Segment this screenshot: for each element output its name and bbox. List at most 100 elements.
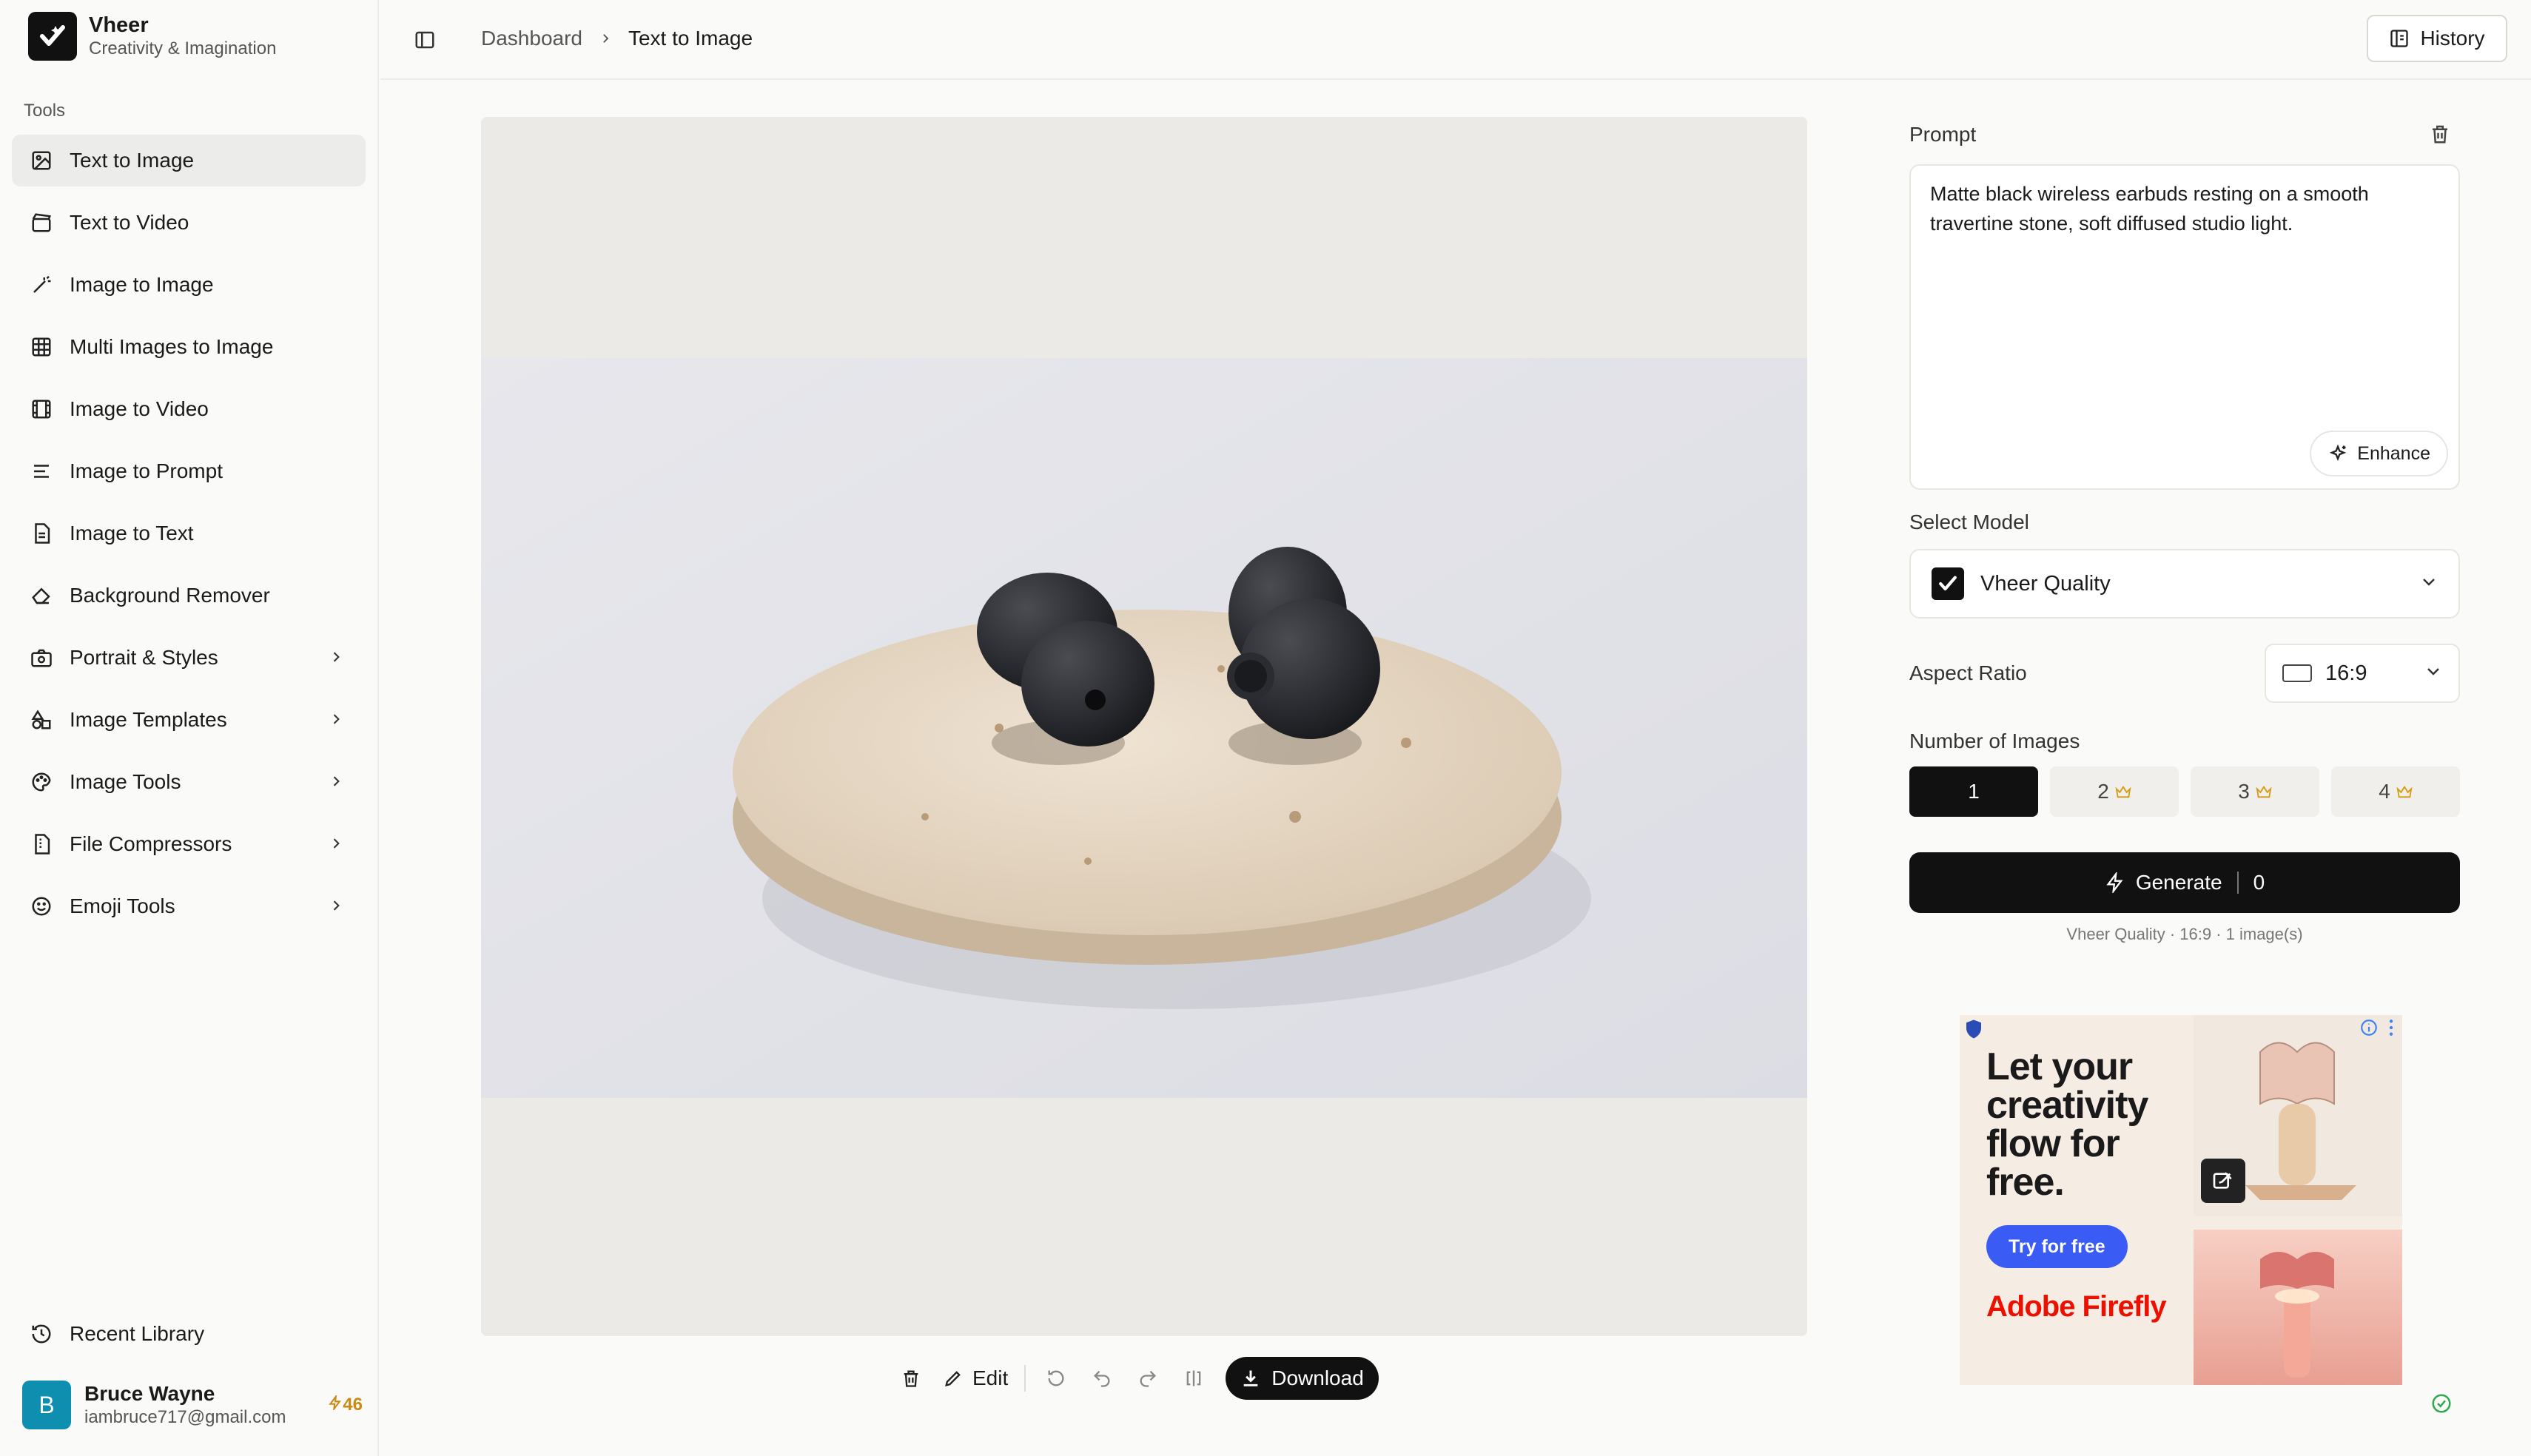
edit-button[interactable]: Edit (934, 1355, 1017, 1401)
clear-prompt-button[interactable] (2429, 123, 2451, 149)
image-count-options: 1 2 3 4 (1909, 766, 2460, 817)
sidebar-item-label: Text to Image (70, 149, 195, 172)
sidebar-item-file-compressors[interactable]: File Compressors (12, 818, 366, 870)
document-icon (28, 520, 55, 547)
model-select[interactable]: Vheer Quality (1909, 549, 2460, 619)
lightning-icon (328, 1393, 343, 1415)
history-button[interactable]: History (2367, 15, 2507, 62)
credits-badge: 46 (328, 1393, 363, 1415)
sidebar-item-multi-images-to-image[interactable]: Multi Images to Image (12, 321, 366, 373)
prompt-label: Prompt (1909, 123, 1977, 146)
redo-button[interactable] (1125, 1355, 1171, 1401)
sidebar-item-image-to-image[interactable]: Image to Image (12, 259, 366, 311)
recent-library: Recent Library (12, 1308, 366, 1370)
count-option-1[interactable]: 1 (1909, 766, 2038, 817)
vheer-logo-icon (1932, 567, 1964, 600)
prompt-input[interactable]: Matte black wireless earbuds resting on … (1909, 164, 2460, 490)
credits-count: 46 (343, 1395, 363, 1415)
chevron-right-icon (329, 770, 343, 794)
sidebar-item-background-remover[interactable]: Background Remover (12, 570, 366, 621)
chevron-right-icon (329, 708, 343, 732)
chevron-right-icon (329, 646, 343, 670)
user-email: iambruce717@gmail.com (84, 1407, 286, 1427)
grid-icon (28, 334, 55, 360)
sidebar-item-image-templates[interactable]: Image Templates (12, 694, 366, 746)
edit-label: Edit (972, 1366, 1009, 1389)
sidebar-item-image-to-video[interactable]: Image to Video (12, 383, 366, 435)
prompt-text: Matte black wireless earbuds resting on … (1930, 183, 2369, 235)
panel-icon (2390, 30, 2409, 47)
compare-button[interactable] (1171, 1355, 1217, 1401)
top-bar: Dashboard Text to Image History (380, 0, 2531, 80)
model-value: Vheer Quality (1980, 571, 2111, 596)
breadcrumb-current: Text to Image (628, 27, 753, 50)
magic-wand-icon (28, 272, 55, 298)
aspect-ratio-select[interactable]: 16:9 (2265, 644, 2460, 703)
ad-info[interactable] (2359, 1018, 2395, 1037)
sidebar-item-label: Multi Images to Image (70, 335, 274, 358)
ad-headline-line: creativity (1986, 1084, 2148, 1127)
crown-icon (2396, 785, 2413, 798)
shield-icon (1963, 1018, 1985, 1044)
sidebar-item-label: Image Tools (70, 770, 181, 793)
shapes-icon (28, 707, 55, 733)
ad-lamp-image (2194, 1230, 2402, 1385)
sidebar-item-label: File Compressors (70, 832, 232, 855)
generate-label: Generate (2135, 871, 2222, 894)
chevron-down-icon (2420, 572, 2438, 596)
user-name: Bruce Wayne (84, 1382, 215, 1405)
more-vertical-icon (2389, 1019, 2393, 1036)
sidebar-item-image-tools[interactable]: Image Tools (12, 756, 366, 808)
user-profile[interactable]: B Bruce Wayne iambruce717@gmail.com 46 (22, 1381, 363, 1429)
generated-image[interactable] (481, 358, 1807, 1098)
history-label: History (2420, 27, 2485, 50)
download-button[interactable]: Download (1226, 1357, 1379, 1400)
rotate-ccw-icon (1048, 1370, 1064, 1386)
ratio-rectangle-icon (2282, 664, 2312, 682)
sidebar-item-image-to-prompt[interactable]: Image to Prompt (12, 445, 366, 497)
sidebar-item-image-to-text[interactable]: Image to Text (12, 508, 366, 559)
download-icon (1243, 1370, 1258, 1386)
generate-button[interactable]: Generate 0 (1909, 852, 2460, 913)
undo-button[interactable] (1079, 1355, 1125, 1401)
delete-image-button[interactable] (888, 1355, 934, 1401)
compare-icon (1186, 1370, 1201, 1386)
enhance-label: Enhance (2357, 443, 2430, 464)
lightning-icon (2106, 872, 2123, 893)
sidebar-item-text-to-video[interactable]: Text to Video (12, 197, 366, 249)
sidebar-item-label: Image to Text (70, 522, 194, 545)
sidebar-item-recent-library[interactable]: Recent Library (12, 1308, 366, 1360)
breadcrumb-dashboard[interactable]: Dashboard (481, 27, 582, 50)
image-edit-icon (28, 147, 55, 174)
image-canvas (481, 117, 1807, 1336)
count-option-3[interactable]: 3 (2191, 766, 2319, 817)
brand[interactable]: Vheer Creativity & Imagination (28, 12, 276, 61)
reset-button[interactable] (1033, 1355, 1079, 1401)
text-lines-icon (28, 458, 55, 485)
ad-headline-line: flow for (1986, 1122, 2120, 1165)
sidebar-toggle-icon[interactable] (410, 25, 440, 55)
palette-icon (28, 769, 55, 795)
enhance-button[interactable]: Enhance (2310, 431, 2448, 476)
generate-divider (2236, 872, 2239, 894)
vheer-logo-icon (28, 12, 77, 61)
check-circle-icon (2430, 1392, 2453, 1418)
history-icon (28, 1321, 55, 1347)
eraser-icon (28, 582, 55, 609)
undo-icon (1094, 1370, 1110, 1387)
count-option-2[interactable]: 2 (2050, 766, 2179, 817)
crown-icon (2256, 785, 2272, 798)
sidebar-item-emoji-tools[interactable]: Emoji Tools (12, 880, 366, 932)
sidebar-item-text-to-image[interactable]: Text to Image (12, 135, 366, 186)
advertisement[interactable]: Let your creativity flow for free. Try f… (1960, 1015, 2402, 1385)
count-option-4[interactable]: 4 (2331, 766, 2460, 817)
sidebar-item-label: Background Remover (70, 584, 270, 607)
sidebar-item-label: Recent Library (70, 1322, 205, 1345)
generation-summary: Vheer Quality · 16:9 · 1 image(s) (2066, 925, 2303, 943)
chevron-right-icon (599, 32, 612, 45)
ad-cta-button[interactable]: Try for free (1986, 1225, 2128, 1268)
sidebar-item-label: Image to Image (70, 273, 214, 296)
ad-headline: Let your creativity flow for free. (1986, 1048, 2148, 1201)
ad-headline-line: Let your (1986, 1045, 2133, 1088)
sidebar-item-portrait-styles[interactable]: Portrait & Styles (12, 632, 366, 684)
